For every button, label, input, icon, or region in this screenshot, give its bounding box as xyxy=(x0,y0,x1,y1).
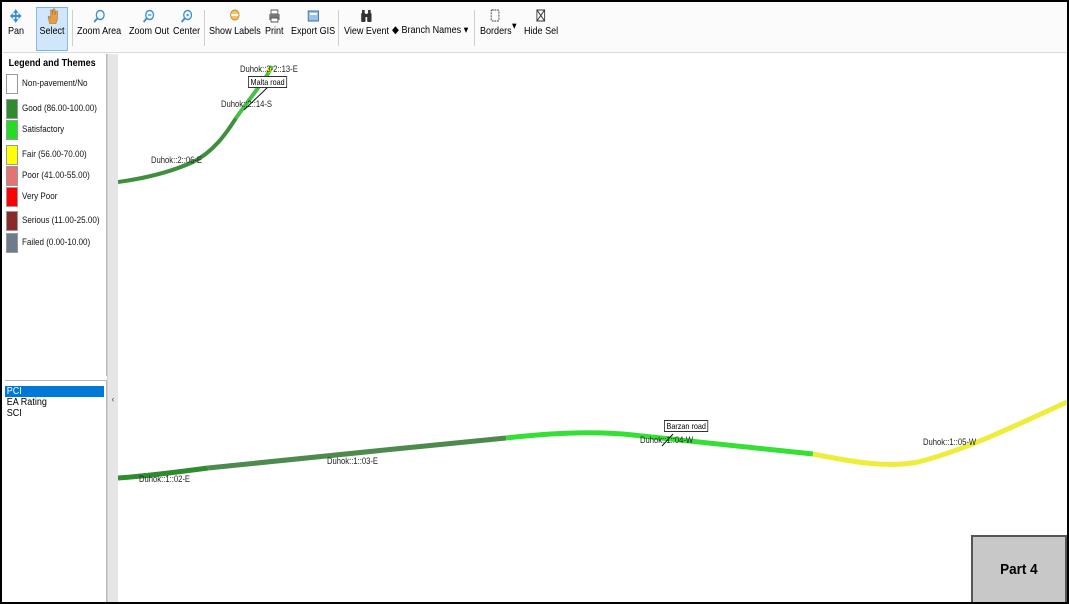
dropdown-arrow-icon: ▾ xyxy=(463,24,469,36)
center-icon xyxy=(180,8,193,24)
borders-icon xyxy=(490,8,502,24)
legend-swatch xyxy=(6,74,18,94)
legend-swatch xyxy=(6,187,18,207)
legend-item-satisfactory: Satisfactory xyxy=(6,120,106,140)
hide-sel-button[interactable]: Hide Sel xyxy=(524,8,558,50)
theme-item-pci[interactable]: PCI xyxy=(5,386,104,397)
road-name-tag[interactable]: Malta road xyxy=(248,76,288,88)
road-label: Duhok::1::02-E xyxy=(139,474,191,484)
toolbar: Pan Select Zoom Area Zoom Out Center Sho… xyxy=(2,2,1067,53)
export-gis-button[interactable]: Export GIS xyxy=(291,8,335,50)
collapse-arrow-icon[interactable]: ‹ xyxy=(109,379,117,419)
road-label: Duhok::1::05-W xyxy=(923,437,977,447)
zoom-area-button[interactable]: Zoom Area xyxy=(77,8,121,50)
map-canvas[interactable]: Duhok::3-2::13-E Malta road Duhok::2::14… xyxy=(118,54,1067,602)
branch-names-dropdown[interactable]: ◆ Branch Names ▾ xyxy=(392,24,468,36)
export-icon xyxy=(307,8,319,24)
legend-item-serious: Serious (11.00-25.00) xyxy=(6,211,106,231)
part-label: Part 4 xyxy=(971,535,1067,602)
labels-icon xyxy=(229,8,241,24)
print-button[interactable]: Print xyxy=(265,8,284,50)
diamond-icon: ◆ xyxy=(392,24,399,36)
hand-icon xyxy=(46,8,58,24)
road-label: Duhok::2::06-E xyxy=(151,155,203,165)
pan-button[interactable]: Pan xyxy=(8,8,24,50)
road-network xyxy=(118,65,1067,481)
zoom-out-icon xyxy=(143,8,155,24)
borders-button[interactable]: Borders xyxy=(480,8,512,50)
select-button[interactable]: Select xyxy=(36,7,68,51)
legend-swatch xyxy=(6,233,18,253)
legend-item-fair: Fair (56.00-70.00) xyxy=(6,145,106,165)
legend-item-good: Good (86.00-100.00) xyxy=(6,99,106,119)
borders-dropdown-arrow[interactable]: ▾ xyxy=(512,20,517,32)
road-label: Duhok::1::04-W xyxy=(640,435,694,445)
zoom-out-button[interactable]: Zoom Out xyxy=(129,8,169,50)
legend-swatch xyxy=(6,145,18,165)
show-labels-button[interactable]: Show Labels xyxy=(209,8,261,50)
themes-list: PCI EA Rating SCI xyxy=(5,380,107,602)
printer-icon xyxy=(268,8,280,24)
legend-item-non-pavement: Non-pavement/No xyxy=(6,74,106,94)
legend-title: Legend and Themes xyxy=(8,58,96,69)
pan-icon xyxy=(10,8,23,24)
zoom-area-icon xyxy=(93,8,105,24)
legend-item-very-poor: Very Poor xyxy=(6,187,106,207)
legend-swatch xyxy=(6,120,18,140)
road-segment-1-05-w[interactable] xyxy=(812,399,1067,467)
road-label: Duhok::1::03-E xyxy=(327,456,379,466)
center-button[interactable]: Center xyxy=(173,8,200,50)
legend-swatch xyxy=(6,166,18,186)
road-name-tag[interactable]: Barzan road xyxy=(664,420,709,432)
app-window: Pan Select Zoom Area Zoom Out Center Sho… xyxy=(2,2,1067,602)
legend-item-failed: Failed (0.00-10.00) xyxy=(6,233,106,253)
legend-panel: Legend and Themes Non-pavement/No Good (… xyxy=(5,54,107,376)
legend-swatch xyxy=(6,211,18,231)
binoculars-icon xyxy=(360,8,372,24)
road-segment-2-06-e[interactable] xyxy=(118,116,238,184)
hide-selection-icon xyxy=(535,8,547,24)
legend-item-poor: Poor (41.00-55.00) xyxy=(6,166,106,186)
road-label: Duhok::2::14-S xyxy=(221,99,273,109)
theme-item-ea-rating[interactable]: EA Rating xyxy=(5,397,96,408)
theme-item-sci[interactable]: SCI xyxy=(5,408,96,419)
view-event-button[interactable]: View Event xyxy=(344,8,389,50)
legend-swatch xyxy=(6,99,18,119)
dropdown-arrow-icon: ▾ xyxy=(512,20,517,32)
road-label: Duhok::3-2::13-E xyxy=(240,64,298,74)
